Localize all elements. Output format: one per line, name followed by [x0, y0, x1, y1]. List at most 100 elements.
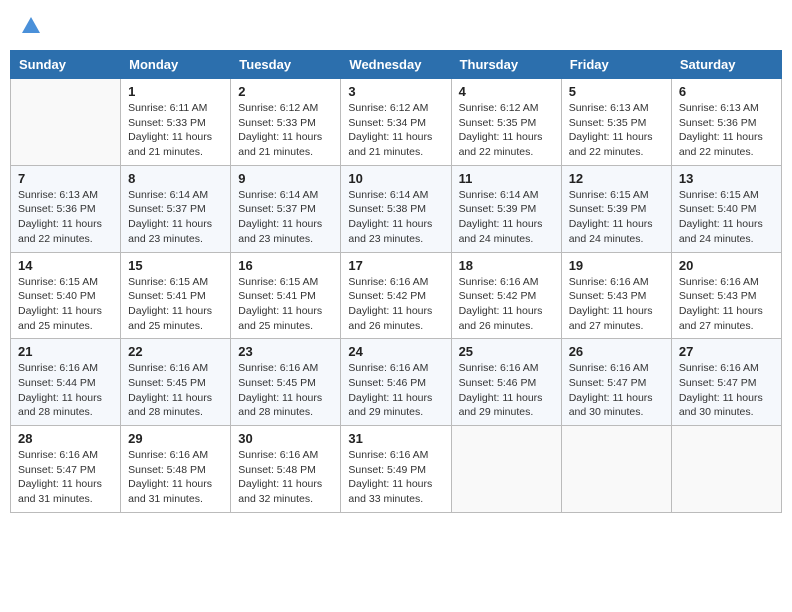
day-number: 27 [679, 344, 774, 359]
day-info: Sunrise: 6:13 AMSunset: 5:35 PMDaylight:… [569, 101, 664, 160]
day-header-tuesday: Tuesday [231, 51, 341, 79]
calendar-cell: 2 Sunrise: 6:12 AMSunset: 5:33 PMDaylight… [231, 79, 341, 166]
calendar-cell: 24 Sunrise: 6:16 AMSunset: 5:46 PMDayligh… [341, 339, 451, 426]
day-number: 16 [238, 258, 333, 273]
calendar-cell: 17Sunrise: 6:16 AMSunset: 5:42 PMDayligh… [341, 252, 451, 339]
day-info: Sunrise: 6:16 AMSunset: 5:42 PMDaylight:… [459, 275, 554, 334]
calendar-week-3: 14 Sunrise: 6:15 AMSunset: 5:40 PMDayligh… [11, 252, 782, 339]
calendar-cell [561, 426, 671, 513]
calendar-header-row: SundayMondayTuesdayWednesdayThursdayFrid… [11, 51, 782, 79]
calendar-cell: 6 Sunrise: 6:13 AMSunset: 5:36 PMDaylight… [671, 79, 781, 166]
logo [18, 15, 42, 37]
calendar-week-4: 21 Sunrise: 6:16 AMSunset: 5:44 PMDayligh… [11, 339, 782, 426]
day-number: 7 [18, 171, 113, 186]
day-number: 14 [18, 258, 113, 273]
day-info: Sunrise: 6:12 AMSunset: 5:33 PMDaylight:… [238, 101, 333, 160]
day-info: Sunrise: 6:16 AMSunset: 5:47 PMDaylight:… [569, 361, 664, 420]
day-info: Sunrise: 6:16 AMSunset: 5:46 PMDaylight:… [348, 361, 443, 420]
day-info: Sunrise: 6:14 AMSunset: 5:39 PMDaylight:… [459, 188, 554, 247]
day-number: 31 [348, 431, 443, 446]
calendar-cell: 7Sunrise: 6:13 AMSunset: 5:36 PMDaylight… [11, 165, 121, 252]
logo-icon [20, 15, 42, 37]
day-info: Sunrise: 6:11 AMSunset: 5:33 PMDaylight:… [128, 101, 223, 160]
day-header-monday: Monday [121, 51, 231, 79]
calendar-cell [451, 426, 561, 513]
calendar-cell: 18 Sunrise: 6:16 AMSunset: 5:42 PMDayligh… [451, 252, 561, 339]
calendar-cell: 13Sunrise: 6:15 AMSunset: 5:40 PMDayligh… [671, 165, 781, 252]
day-info: Sunrise: 6:15 AMSunset: 5:39 PMDaylight:… [569, 188, 664, 247]
day-info: Sunrise: 6:16 AMSunset: 5:48 PMDaylight:… [128, 448, 223, 507]
calendar-cell: 9 Sunrise: 6:14 AMSunset: 5:37 PMDaylight… [231, 165, 341, 252]
day-info: Sunrise: 6:16 AMSunset: 5:46 PMDaylight:… [459, 361, 554, 420]
day-number: 11 [459, 171, 554, 186]
day-number: 1 [128, 84, 223, 99]
day-info: Sunrise: 6:12 AMSunset: 5:34 PMDaylight:… [348, 101, 443, 160]
day-info: Sunrise: 6:16 AMSunset: 5:47 PMDaylight:… [679, 361, 774, 420]
day-number: 10 [348, 171, 443, 186]
day-header-wednesday: Wednesday [341, 51, 451, 79]
calendar-cell: 4Sunrise: 6:12 AMSunset: 5:35 PMDaylight… [451, 79, 561, 166]
day-number: 8 [128, 171, 223, 186]
calendar-cell: 11 Sunrise: 6:14 AMSunset: 5:39 PMDayligh… [451, 165, 561, 252]
day-info: Sunrise: 6:12 AMSunset: 5:35 PMDaylight:… [459, 101, 554, 160]
day-info: Sunrise: 6:16 AMSunset: 5:43 PMDaylight:… [569, 275, 664, 334]
day-number: 26 [569, 344, 664, 359]
calendar-cell: 15 Sunrise: 6:15 AMSunset: 5:41 PMDayligh… [121, 252, 231, 339]
calendar-cell: 25 Sunrise: 6:16 AMSunset: 5:46 PMDayligh… [451, 339, 561, 426]
calendar-cell: 28 Sunrise: 6:16 AMSunset: 5:47 PMDayligh… [11, 426, 121, 513]
calendar-cell: 23Sunrise: 6:16 AMSunset: 5:45 PMDayligh… [231, 339, 341, 426]
day-info: Sunrise: 6:16 AMSunset: 5:45 PMDaylight:… [128, 361, 223, 420]
calendar-cell: 3Sunrise: 6:12 AMSunset: 5:34 PMDaylight… [341, 79, 451, 166]
calendar-cell: 20 Sunrise: 6:16 AMSunset: 5:43 PMDayligh… [671, 252, 781, 339]
day-number: 30 [238, 431, 333, 446]
day-header-saturday: Saturday [671, 51, 781, 79]
calendar-week-5: 28 Sunrise: 6:16 AMSunset: 5:47 PMDayligh… [11, 426, 782, 513]
day-info: Sunrise: 6:15 AMSunset: 5:41 PMDaylight:… [128, 275, 223, 334]
day-info: Sunrise: 6:13 AMSunset: 5:36 PMDaylight:… [679, 101, 774, 160]
day-number: 6 [679, 84, 774, 99]
calendar-cell: 14 Sunrise: 6:15 AMSunset: 5:40 PMDayligh… [11, 252, 121, 339]
day-number: 25 [459, 344, 554, 359]
day-info: Sunrise: 6:16 AMSunset: 5:49 PMDaylight:… [348, 448, 443, 507]
day-number: 20 [679, 258, 774, 273]
calendar-cell: 16 Sunrise: 6:15 AMSunset: 5:41 PMDayligh… [231, 252, 341, 339]
day-number: 17 [348, 258, 443, 273]
day-number: 28 [18, 431, 113, 446]
calendar-week-1: 1 Sunrise: 6:11 AMSunset: 5:33 PMDaylight… [11, 79, 782, 166]
day-info: Sunrise: 6:16 AMSunset: 5:48 PMDaylight:… [238, 448, 333, 507]
calendar-cell: 26 Sunrise: 6:16 AMSunset: 5:47 PMDayligh… [561, 339, 671, 426]
calendar-cell: 30 Sunrise: 6:16 AMSunset: 5:48 PMDayligh… [231, 426, 341, 513]
day-info: Sunrise: 6:16 AMSunset: 5:44 PMDaylight:… [18, 361, 113, 420]
day-number: 24 [348, 344, 443, 359]
page-header [10, 10, 782, 42]
day-number: 21 [18, 344, 113, 359]
day-header-thursday: Thursday [451, 51, 561, 79]
day-number: 5 [569, 84, 664, 99]
day-number: 9 [238, 171, 333, 186]
day-number: 29 [128, 431, 223, 446]
day-info: Sunrise: 6:16 AMSunset: 5:45 PMDaylight:… [238, 361, 333, 420]
calendar-cell: 29 Sunrise: 6:16 AMSunset: 5:48 PMDayligh… [121, 426, 231, 513]
day-header-friday: Friday [561, 51, 671, 79]
calendar-cell: 27 Sunrise: 6:16 AMSunset: 5:47 PMDayligh… [671, 339, 781, 426]
day-number: 13 [679, 171, 774, 186]
day-number: 22 [128, 344, 223, 359]
day-number: 18 [459, 258, 554, 273]
calendar-cell: 31 Sunrise: 6:16 AMSunset: 5:49 PMDayligh… [341, 426, 451, 513]
calendar-cell: 8 Sunrise: 6:14 AMSunset: 5:37 PMDaylight… [121, 165, 231, 252]
day-number: 2 [238, 84, 333, 99]
day-info: Sunrise: 6:14 AMSunset: 5:37 PMDaylight:… [128, 188, 223, 247]
day-info: Sunrise: 6:16 AMSunset: 5:43 PMDaylight:… [679, 275, 774, 334]
calendar-week-2: 7Sunrise: 6:13 AMSunset: 5:36 PMDaylight… [11, 165, 782, 252]
day-info: Sunrise: 6:14 AMSunset: 5:37 PMDaylight:… [238, 188, 333, 247]
calendar-cell: 12 Sunrise: 6:15 AMSunset: 5:39 PMDayligh… [561, 165, 671, 252]
day-header-sunday: Sunday [11, 51, 121, 79]
day-info: Sunrise: 6:15 AMSunset: 5:40 PMDaylight:… [18, 275, 113, 334]
calendar-cell: 10Sunrise: 6:14 AMSunset: 5:38 PMDayligh… [341, 165, 451, 252]
day-number: 15 [128, 258, 223, 273]
day-info: Sunrise: 6:16 AMSunset: 5:47 PMDaylight:… [18, 448, 113, 507]
calendar-cell: 21 Sunrise: 6:16 AMSunset: 5:44 PMDayligh… [11, 339, 121, 426]
day-info: Sunrise: 6:15 AMSunset: 5:41 PMDaylight:… [238, 275, 333, 334]
calendar-cell: 5 Sunrise: 6:13 AMSunset: 5:35 PMDaylight… [561, 79, 671, 166]
day-number: 12 [569, 171, 664, 186]
